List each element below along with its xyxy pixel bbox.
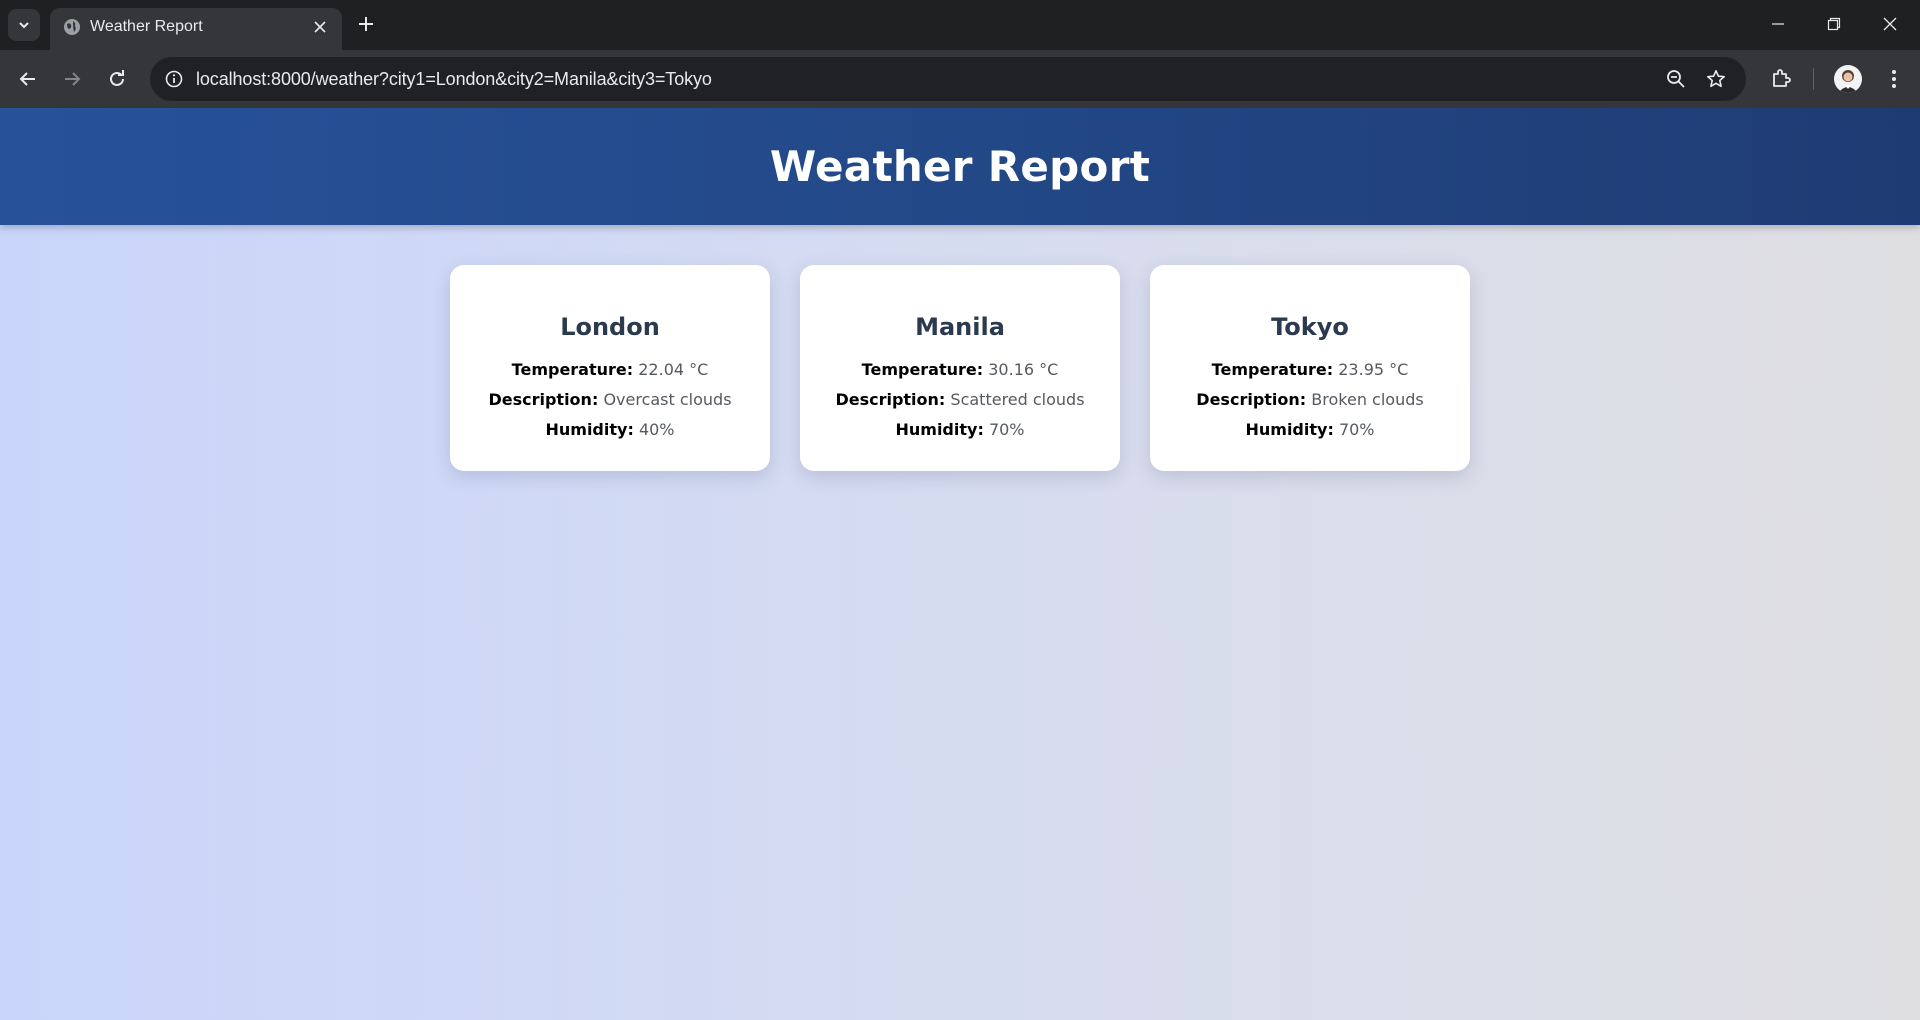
description-label: Description: — [488, 390, 599, 409]
tab-search-button[interactable] — [8, 9, 40, 41]
humidity-label: Humidity: — [895, 420, 984, 439]
description-label: Description: — [1196, 390, 1307, 409]
weather-cards: London Temperature: 22.04 °C Description… — [450, 265, 1470, 471]
zoom-icon[interactable] — [1662, 65, 1690, 93]
temperature-row: Temperature: 30.16 °C — [800, 355, 1120, 385]
temperature-value: 30.16 °C — [988, 360, 1059, 379]
humidity-value: 40% — [638, 420, 675, 439]
page-header: Weather Report — [0, 108, 1920, 225]
temperature-value: 22.04 °C — [638, 360, 709, 379]
globe-icon — [64, 19, 80, 35]
description-label: Description: — [835, 390, 946, 409]
close-window-button[interactable] — [1862, 0, 1918, 48]
reload-button[interactable] — [101, 63, 133, 95]
temperature-row: Temperature: 22.04 °C — [450, 355, 770, 385]
restore-button[interactable] — [1806, 0, 1862, 48]
minimize-icon — [1772, 23, 1784, 25]
back-button[interactable] — [12, 63, 44, 95]
temperature-row: Temperature: 23.95 °C — [1150, 355, 1470, 385]
profile-avatar[interactable] — [1834, 65, 1862, 93]
weather-card-manila: Manila Temperature: 30.16 °C Description… — [800, 265, 1120, 471]
close-icon — [1883, 17, 1897, 31]
tab-strip: Weather Report — [0, 0, 1920, 50]
city-name: Tokyo — [1271, 313, 1349, 341]
temperature-label: Temperature: — [1211, 360, 1334, 379]
description-value: Broken clouds — [1311, 390, 1424, 409]
browser-toolbar: localhost:8000/weather?city1=London&city… — [0, 50, 1920, 108]
arrow-right-icon — [65, 72, 81, 86]
description-row: Description: Broken clouds — [1150, 385, 1470, 415]
toolbar-divider — [1813, 68, 1814, 90]
more-vertical-icon — [1892, 70, 1896, 88]
humidity-value: 70% — [988, 420, 1025, 439]
humidity-label: Humidity: — [1245, 420, 1334, 439]
bookmark-star-icon[interactable] — [1702, 65, 1730, 93]
forward-button[interactable] — [56, 63, 88, 95]
tab-close-icon[interactable] — [310, 17, 330, 37]
puzzle-icon — [1773, 69, 1791, 87]
humidity-row: Humidity: 70% — [800, 415, 1120, 445]
description-value: Overcast clouds — [603, 390, 732, 409]
tab-title: Weather Report — [90, 18, 203, 35]
reload-icon — [110, 70, 124, 86]
active-tab[interactable]: Weather Report — [50, 8, 342, 50]
menu-button[interactable] — [1878, 63, 1910, 95]
description-row: Description: Overcast clouds — [450, 385, 770, 415]
humidity-value: 70% — [1338, 420, 1375, 439]
address-bar[interactable]: localhost:8000/weather?city1=London&city… — [150, 57, 1746, 101]
arrow-left-icon — [19, 72, 35, 86]
humidity-row: Humidity: 40% — [450, 415, 770, 445]
site-info-icon[interactable] — [160, 65, 188, 93]
weather-card-tokyo: Tokyo Temperature: 23.95 °C Description:… — [1150, 265, 1470, 471]
extensions-button[interactable] — [1765, 63, 1797, 95]
page-title: Weather Report — [769, 142, 1151, 191]
minimize-button[interactable] — [1750, 0, 1806, 48]
humidity-row: Humidity: 70% — [1150, 415, 1470, 445]
page-content: Weather Report London Temperature: 22.04… — [0, 108, 1920, 1020]
city-name: London — [560, 313, 660, 341]
chevron-down-icon — [19, 22, 29, 29]
weather-card-london: London Temperature: 22.04 °C Description… — [450, 265, 770, 471]
city-name: Manila — [915, 313, 1005, 341]
temperature-value: 23.95 °C — [1338, 360, 1409, 379]
humidity-label: Humidity: — [545, 420, 634, 439]
temperature-label: Temperature: — [861, 360, 984, 379]
restore-icon — [1827, 17, 1841, 31]
plus-icon — [359, 17, 373, 31]
temperature-label: Temperature: — [511, 360, 634, 379]
description-value: Scattered clouds — [950, 390, 1085, 409]
new-tab-button[interactable] — [352, 10, 380, 38]
description-row: Description: Scattered clouds — [800, 385, 1120, 415]
url-text[interactable]: localhost:8000/weather?city1=London&city… — [196, 67, 712, 91]
